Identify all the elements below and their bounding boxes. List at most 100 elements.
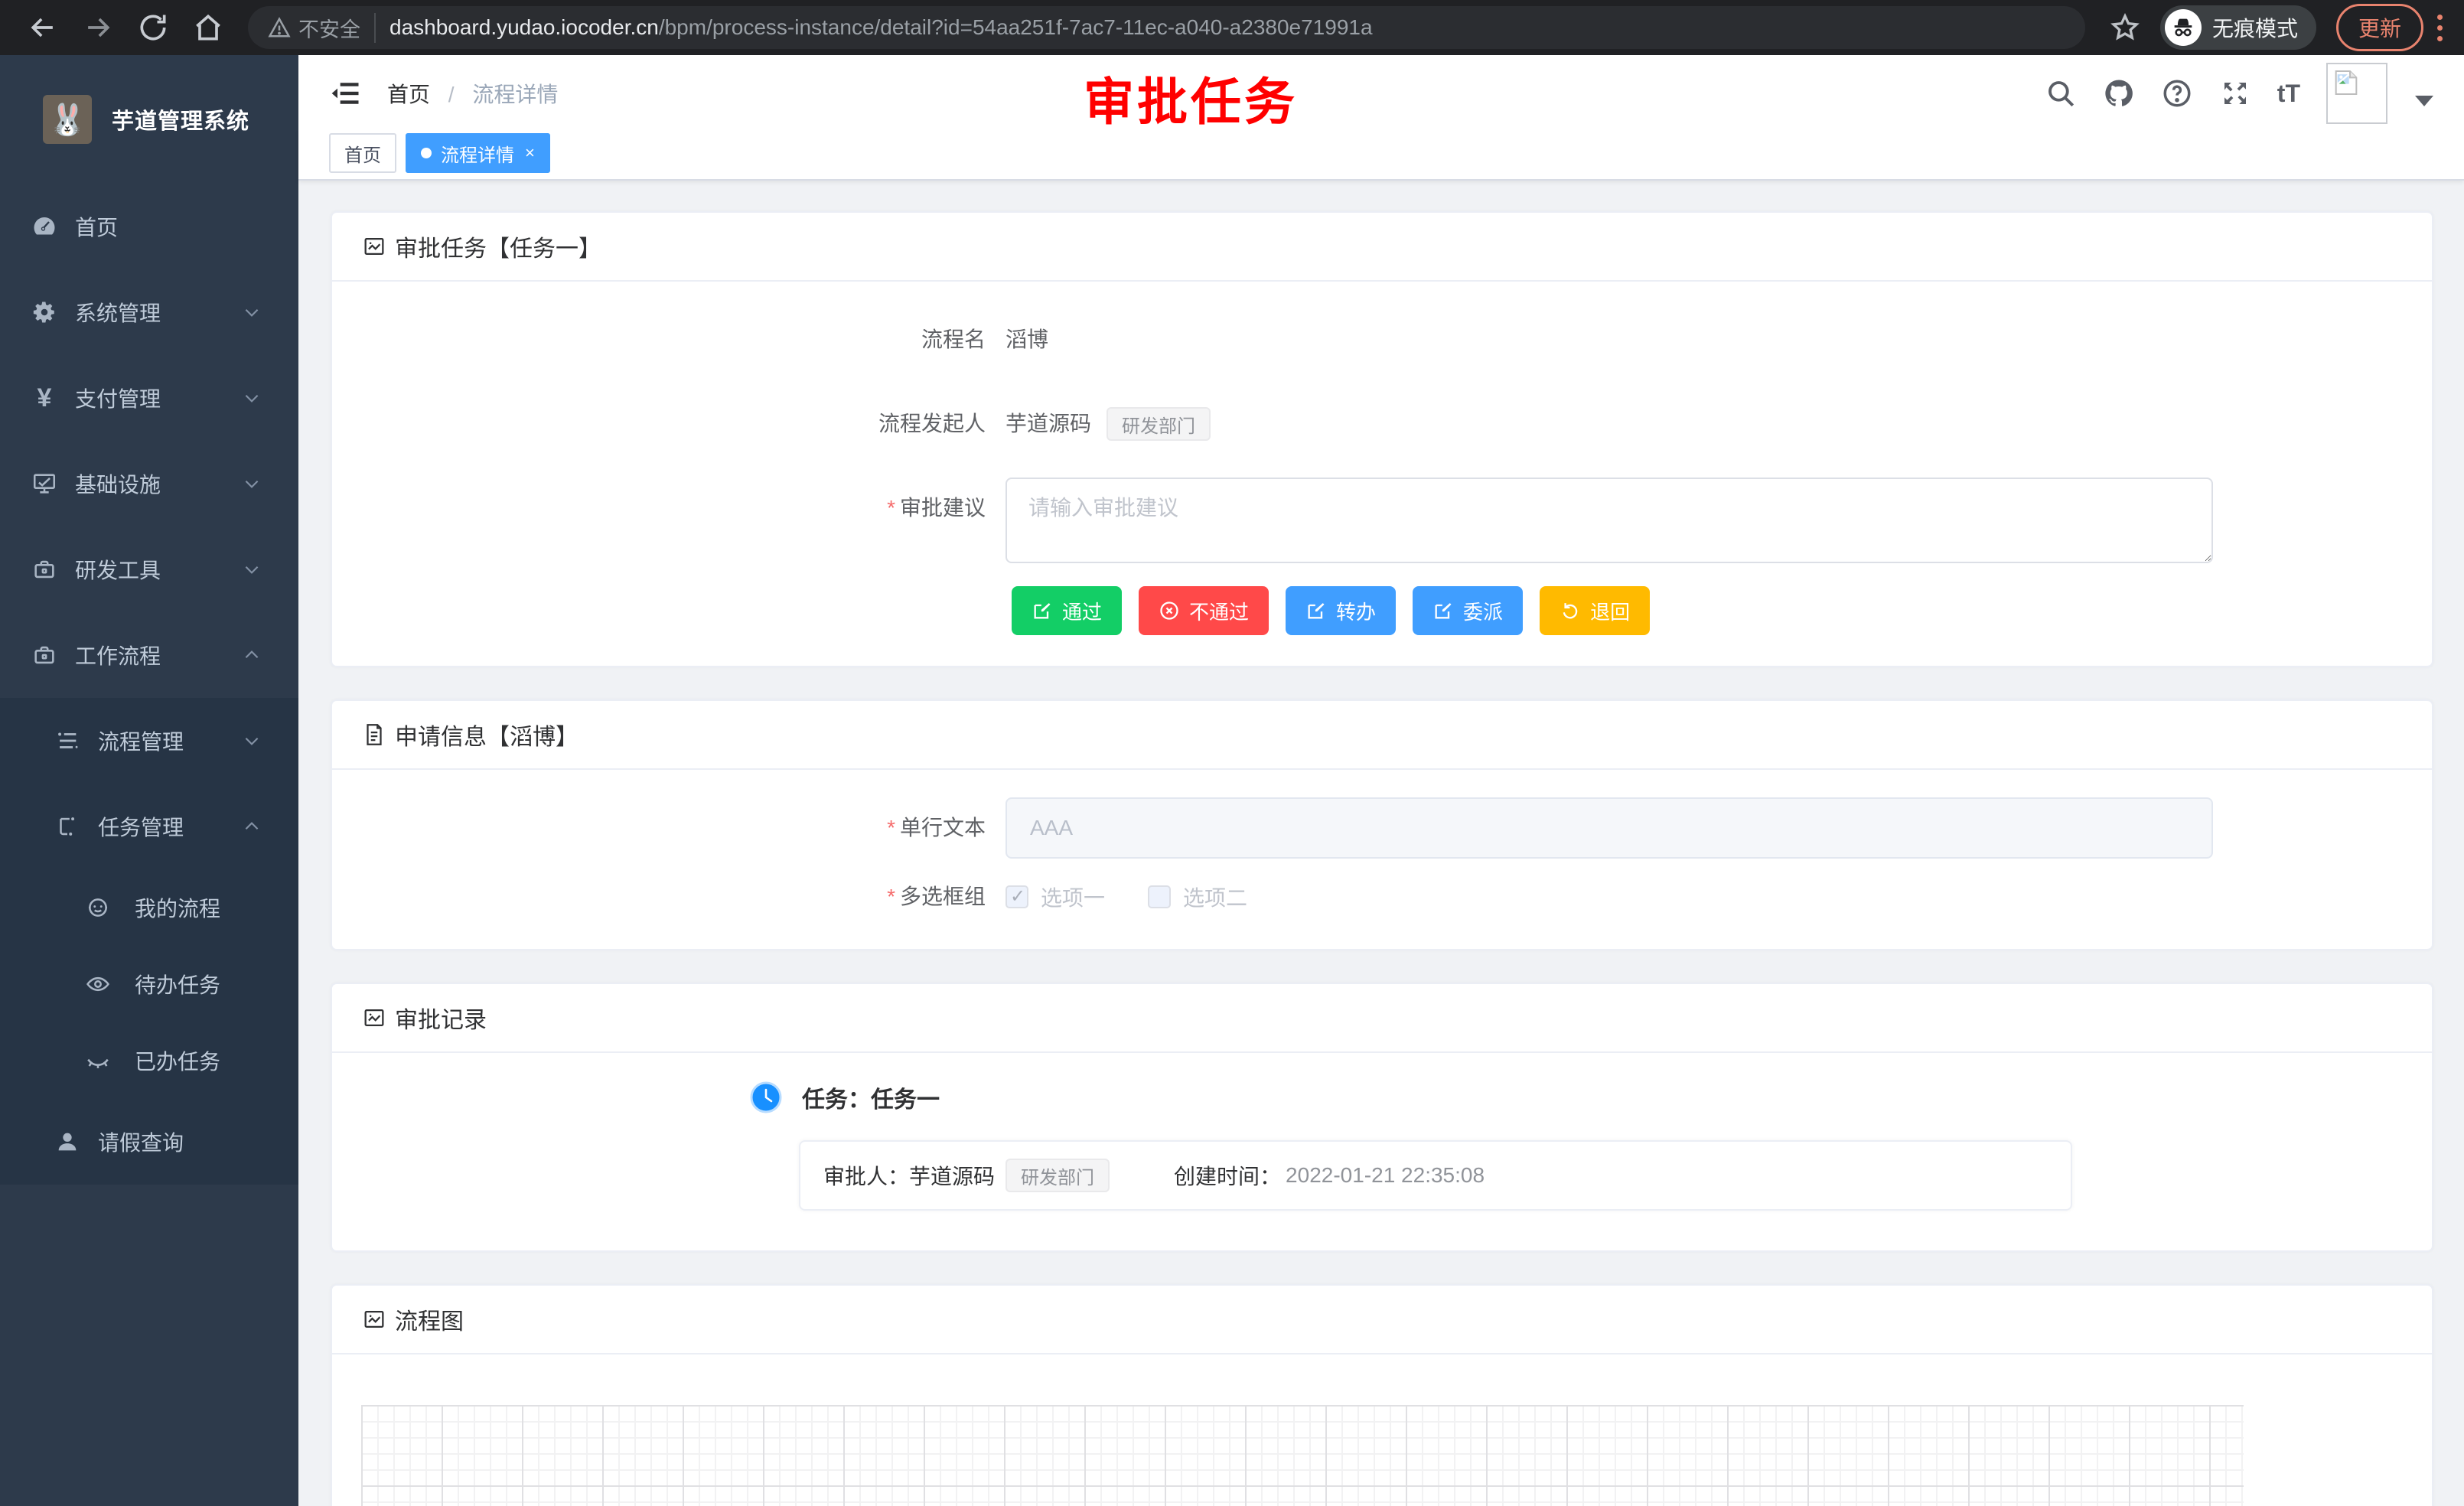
timeline-item-head: 任务：任务一 bbox=[750, 1081, 2401, 1114]
eye-open-icon bbox=[84, 970, 112, 998]
card-header: 流程图 bbox=[332, 1286, 2432, 1354]
required-asterisk: * bbox=[887, 816, 895, 839]
avatar[interactable] bbox=[2326, 63, 2387, 124]
sidebar-item-label: 工作流程 bbox=[75, 640, 161, 670]
chevron-up-icon bbox=[242, 817, 262, 836]
sidebar-item-system[interactable]: 系统管理 bbox=[0, 269, 298, 355]
close-icon[interactable]: × bbox=[525, 143, 535, 163]
url-text[interactable]: dashboard.yudao.iocoder.cn/bpm/process-i… bbox=[389, 15, 1373, 40]
card-header: 审批记录 bbox=[332, 984, 2432, 1053]
help-icon[interactable] bbox=[2161, 77, 2193, 109]
url-bar[interactable]: 不安全 dashboard.yudao.iocoder.cn/bpm/proce… bbox=[248, 6, 2085, 49]
transfer-button[interactable]: 转办 bbox=[1286, 586, 1396, 635]
form-row-checkbox: *多选框组 选项一 选项二 bbox=[363, 882, 2401, 912]
url-domain: dashboard.yudao.iocoder.cn bbox=[389, 15, 659, 39]
sidebar-item-label: 首页 bbox=[75, 211, 118, 242]
briefcase-icon bbox=[31, 641, 58, 669]
eye-closed-icon bbox=[84, 1047, 112, 1074]
approver-label: 审批人： bbox=[823, 1160, 909, 1191]
checkbox-unchecked-icon bbox=[1148, 885, 1171, 908]
field-label: 流程发起人 bbox=[363, 393, 1005, 455]
security-status[interactable]: 不安全 bbox=[268, 13, 376, 43]
search-icon[interactable] bbox=[2045, 77, 2077, 109]
field-label: 流程名 bbox=[363, 309, 1005, 370]
fontsize-icon[interactable]: tT bbox=[2277, 80, 2300, 108]
task-title: 任务：任务一 bbox=[802, 1081, 940, 1114]
delegate-button[interactable]: 委派 bbox=[1413, 586, 1523, 635]
field-label: *单行文本 bbox=[363, 797, 1005, 859]
incognito-label: 无痕模式 bbox=[2212, 12, 2298, 43]
sidebar-item-infra[interactable]: 基础设施 bbox=[0, 441, 298, 526]
fullscreen-icon[interactable] bbox=[2219, 77, 2251, 109]
card-body: 任务：任务一 审批人：芋道源码 研发部门 创建时间： 2022-01-21 22… bbox=[332, 1053, 2432, 1250]
active-tab-dot bbox=[421, 148, 432, 158]
sidebar-item-my-process[interactable]: 我的流程 bbox=[0, 869, 298, 946]
sidebar-item-label: 请假查询 bbox=[98, 1126, 184, 1157]
reload-icon[interactable] bbox=[136, 11, 170, 44]
card-title: 流程图 bbox=[395, 1302, 464, 1336]
edit-icon bbox=[1305, 600, 1327, 621]
browser-chrome: 不安全 dashboard.yudao.iocoder.cn/bpm/proce… bbox=[0, 0, 2464, 55]
document-icon bbox=[361, 722, 387, 748]
sidebar-item-leave-query[interactable]: 请假查询 bbox=[0, 1099, 298, 1185]
tab-process-detail[interactable]: 流程详情 × bbox=[406, 133, 550, 173]
sidebar-item-todo-tasks[interactable]: 待办任务 bbox=[0, 946, 298, 1022]
home-icon[interactable] bbox=[191, 11, 225, 44]
forward-icon[interactable] bbox=[81, 11, 115, 44]
app-logo-row[interactable]: 🐰 芋道管理系统 bbox=[0, 55, 298, 184]
sidebar-item-home[interactable]: 首页 bbox=[0, 184, 298, 269]
sidebar-item-task-mgmt[interactable]: 任务管理 bbox=[0, 784, 298, 869]
sidebar-item-label: 支付管理 bbox=[75, 383, 161, 413]
sidebar-item-done-tasks[interactable]: 已办任务 bbox=[0, 1022, 298, 1099]
chevron-down-icon[interactable] bbox=[2415, 96, 2433, 106]
chevron-down-icon bbox=[242, 731, 262, 751]
card-body bbox=[332, 1354, 2432, 1506]
yen-icon: ¥ bbox=[31, 384, 58, 412]
sidebar-item-label: 已办任务 bbox=[135, 1045, 220, 1076]
sidebar-item-label: 基础设施 bbox=[75, 468, 161, 499]
approve-record-card: 审批记录 任务：任务一 审批人：芋道源码 研发部门 创建时间： bbox=[331, 983, 2433, 1252]
form-row-process-name: 流程名 滔博 bbox=[363, 309, 2401, 370]
chevron-down-icon bbox=[242, 388, 262, 408]
app-frame: 🐰 芋道管理系统 首页 系统管理 ¥ 支付管理 基础设施 研发工具 bbox=[0, 55, 2464, 1506]
form-row-initiator: 流程发起人 芋道源码 研发部门 bbox=[363, 393, 2401, 455]
github-icon[interactable] bbox=[2103, 77, 2135, 109]
tab-home[interactable]: 首页 bbox=[329, 133, 396, 173]
field-label: *审批建议 bbox=[363, 478, 1005, 539]
sidebar-item-process-mgmt[interactable]: 流程管理 bbox=[0, 698, 298, 784]
reject-button[interactable]: 不通过 bbox=[1139, 586, 1269, 635]
checkbox-option2: 选项二 bbox=[1148, 882, 1247, 912]
dept-tag: 研发部门 bbox=[1107, 407, 1211, 441]
edit-icon bbox=[1032, 600, 1053, 621]
breadcrumb-separator: / bbox=[448, 83, 455, 106]
bookmark-star-icon[interactable] bbox=[2110, 12, 2140, 43]
return-button[interactable]: 退回 bbox=[1540, 586, 1650, 635]
bpmn-canvas[interactable] bbox=[361, 1405, 2244, 1506]
approval-timeline: 任务：任务一 审批人：芋道源码 研发部门 创建时间： 2022-01-21 22… bbox=[750, 1081, 2401, 1211]
url-path: /bpm/process-instance/detail?id=54aa251f… bbox=[659, 15, 1373, 39]
approve-button[interactable]: 通过 bbox=[1012, 586, 1122, 635]
incognito-badge: 无痕模式 bbox=[2160, 5, 2316, 50]
create-time-value: 2022-01-21 22:35:08 bbox=[1286, 1163, 1485, 1188]
picture-icon bbox=[361, 1005, 387, 1031]
sidebar-item-pay[interactable]: ¥ 支付管理 bbox=[0, 355, 298, 441]
browser-menu-icon[interactable] bbox=[2437, 15, 2443, 41]
sidebar-fold-icon[interactable] bbox=[329, 77, 363, 110]
single-line-input bbox=[1005, 797, 2213, 859]
sidebar-item-workflow[interactable]: 工作流程 bbox=[0, 612, 298, 698]
breadcrumb-home[interactable]: 首页 bbox=[387, 83, 430, 106]
chevron-down-icon bbox=[242, 474, 262, 494]
sidebar-item-label: 系统管理 bbox=[75, 297, 161, 328]
annotation-text: 审批任务 bbox=[1084, 61, 1298, 135]
back-icon[interactable] bbox=[26, 11, 60, 44]
checkbox-label: 选项一 bbox=[1041, 882, 1105, 912]
comment-textarea[interactable] bbox=[1005, 478, 2213, 563]
sidebar-item-devtools[interactable]: 研发工具 bbox=[0, 526, 298, 612]
chevron-down-icon bbox=[242, 559, 262, 579]
apply-info-card: 申请信息【滔博】 *单行文本 *多选框组 选项一 bbox=[331, 699, 2433, 950]
required-asterisk: * bbox=[887, 885, 895, 908]
process-name-value: 滔博 bbox=[1005, 309, 1048, 370]
update-button[interactable]: 更新 bbox=[2336, 4, 2423, 51]
initiator-name: 芋道源码 bbox=[1005, 393, 1091, 455]
chevron-down-icon bbox=[242, 302, 262, 322]
